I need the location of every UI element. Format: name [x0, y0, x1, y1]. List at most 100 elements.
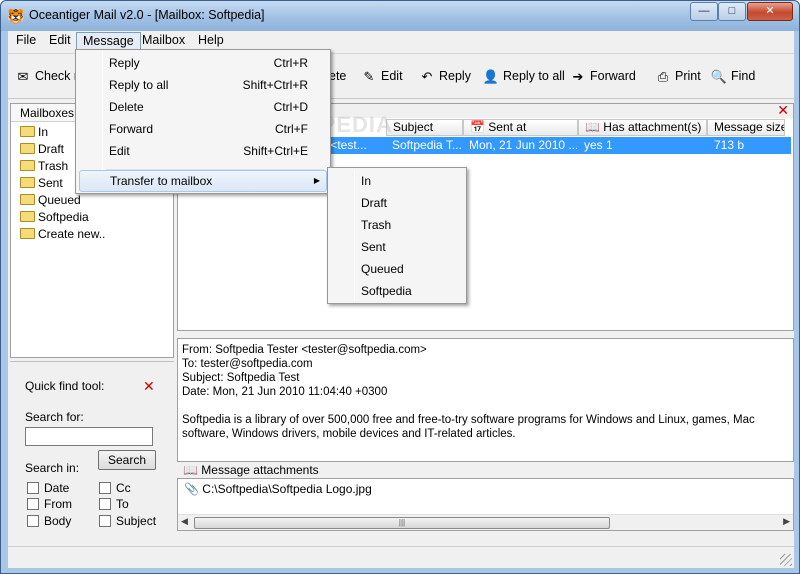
cell-attachments: yes 1: [584, 138, 613, 152]
transfer-draft[interactable]: Draft: [361, 192, 387, 214]
message-preview: From: Softpedia Tester <tester@softpedia…: [177, 338, 794, 462]
search-from-checkbox[interactable]: From: [27, 497, 72, 511]
search-body-checkbox[interactable]: Body: [27, 514, 71, 528]
paperclip-icon: 📎: [184, 482, 203, 496]
menu-shortcut: Ctrl+F: [275, 122, 308, 136]
transfer-sent[interactable]: Sent: [361, 236, 386, 258]
edit-button[interactable]: ✎ Edit: [360, 66, 403, 86]
preview-subject: Subject: Softpedia Test: [182, 372, 300, 384]
mailbox-label: Queued: [38, 193, 81, 207]
mailbox-label: Trash: [38, 159, 69, 173]
quick-find-title: Quick find tool:: [25, 379, 105, 393]
close-list-icon[interactable]: ✕: [777, 102, 789, 119]
transfer-queued[interactable]: Queued: [361, 258, 404, 280]
check-mail-icon: ✉: [17, 68, 29, 84]
search-cc-checkbox[interactable]: Cc: [99, 481, 131, 495]
title-bar[interactable]: 🐯 Oceantiger Mail v2.0 - [Mailbox: Softp…: [1, 1, 799, 31]
search-subject-checkbox[interactable]: Subject: [99, 514, 156, 528]
attachments-header: 📖 Message attachments: [177, 462, 794, 478]
menu-delete[interactable]: Delete Ctrl+D: [79, 96, 327, 118]
folder-icon: [20, 194, 35, 205]
transfer-trash[interactable]: Trash: [361, 214, 391, 236]
menu-reply[interactable]: Reply Ctrl+R: [79, 52, 327, 74]
close-quick-find-icon[interactable]: ✕: [143, 378, 155, 395]
attachments-list: 📎 C:\Softpedia\Softpedia Logo.jpg ◀ ||| …: [177, 478, 794, 531]
scroll-right-arrow-icon[interactable]: ▶: [783, 516, 790, 527]
menu-mailbox[interactable]: Mailbox: [136, 32, 191, 50]
preview-date: Date: Mon, 21 Jun 2010 11:04:40 +0300: [182, 386, 388, 398]
delete-button[interactable]: ete: [329, 66, 346, 86]
column-attachments[interactable]: 📖 Has attachment(s): [578, 119, 707, 136]
menu-edit-message[interactable]: Edit Shift+Ctrl+E: [79, 140, 327, 162]
reply-all-button[interactable]: 👤 Reply to all: [482, 66, 565, 86]
check-mail-button[interactable]: ✉ Check m: [14, 66, 85, 86]
cell-subject: Softpedia T...: [392, 138, 462, 152]
attachments-book-icon: 📖: [183, 463, 202, 477]
calendar-icon: 📅: [470, 120, 489, 134]
attachment-item[interactable]: 📎 C:\Softpedia\Softpedia Logo.jpg: [184, 482, 372, 496]
submenu-gutter: [354, 170, 355, 301]
menu-label: Reply to all: [109, 78, 169, 92]
scroll-thumb[interactable]: |||: [194, 517, 610, 529]
app-tiger-icon: 🐯: [7, 8, 25, 24]
menu-shortcut: Ctrl+R: [273, 56, 308, 70]
mailbox-label: Softpedia: [38, 210, 89, 224]
menu-file[interactable]: File: [10, 32, 42, 50]
preview-body-line-1: Softpedia is a library of over 500,000 f…: [182, 414, 755, 426]
menu-transfer-to-mailbox[interactable]: Transfer to mailbox ▶: [79, 170, 327, 192]
search-input[interactable]: [25, 427, 153, 446]
column-subject[interactable]: Subject: [386, 119, 463, 136]
edit-icon: ✎: [363, 68, 375, 84]
search-button[interactable]: Search: [98, 450, 156, 470]
status-bar: [8, 546, 794, 568]
minimize-button[interactable]: —: [690, 2, 718, 21]
preview-body-line-2: software, Windows drivers, mobile device…: [182, 428, 516, 440]
search-date-checkbox[interactable]: Date: [27, 481, 69, 495]
print-button[interactable]: ⎙ Print: [654, 66, 701, 86]
menu-shortcut: Ctrl+D: [273, 100, 308, 114]
menu-reply-all[interactable]: Reply to all Shift+Ctrl+R: [79, 74, 327, 96]
edit-label: Edit: [381, 69, 403, 83]
menu-label: Forward: [109, 122, 154, 136]
checkbox-label: From: [44, 497, 72, 511]
resize-grip-icon[interactable]: [780, 554, 792, 566]
mailbox-softpedia[interactable]: Softpedia: [20, 209, 89, 226]
scroll-left-arrow-icon[interactable]: ◀: [181, 516, 188, 527]
mailbox-queued[interactable]: Queued: [20, 192, 81, 209]
reply-button[interactable]: ↶ Reply: [418, 66, 471, 86]
menu-edit[interactable]: Edit: [43, 32, 77, 50]
transfer-in[interactable]: In: [361, 170, 371, 192]
column-size[interactable]: Message size: [707, 119, 785, 136]
maximize-button[interactable]: □: [718, 2, 746, 21]
mailbox-draft[interactable]: Draft: [20, 141, 64, 158]
mailbox-label: Draft: [38, 142, 65, 156]
menu-help[interactable]: Help: [192, 32, 230, 50]
reply-label: Reply: [439, 69, 471, 83]
folder-icon: [20, 177, 35, 188]
mailbox-label: Create new..: [38, 227, 106, 241]
folder-icon: [20, 211, 35, 222]
menu-message[interactable]: Message: [76, 32, 141, 50]
find-button[interactable]: 🔍 Find: [710, 66, 755, 86]
menu-shortcut: Shift+Ctrl+E: [243, 144, 308, 158]
message-menu-dropdown: Reply Ctrl+R Reply to all Shift+Ctrl+R Del…: [75, 49, 331, 194]
find-label: Find: [731, 69, 756, 83]
forward-button[interactable]: ➔ Forward: [569, 66, 636, 86]
mailbox-in[interactable]: In: [20, 124, 48, 141]
create-new-mailbox[interactable]: Create new..: [20, 226, 105, 243]
folder-icon: [20, 143, 35, 154]
mailbox-trash[interactable]: Trash: [20, 158, 68, 175]
preview-from: From: Softpedia Tester <tester@softpedia…: [182, 344, 427, 356]
attachment-header-icon: 📖: [585, 120, 604, 134]
menu-shortcut: Shift+Ctrl+R: [242, 78, 308, 92]
close-window-button[interactable]: ✕: [747, 2, 793, 21]
mailbox-sent[interactable]: Sent: [20, 175, 63, 192]
menu-forward[interactable]: Forward Ctrl+F: [79, 118, 327, 140]
column-sent-at[interactable]: 📅 Sent at: [463, 119, 578, 136]
column-label: Sent at: [488, 120, 527, 134]
horizontal-scrollbar[interactable]: ◀ ||| ▶: [178, 514, 793, 530]
transfer-softpedia[interactable]: Softpedia: [361, 280, 412, 302]
search-to-checkbox[interactable]: To: [99, 497, 129, 511]
column-label: Has attachment(s): [603, 120, 702, 134]
menu-label: Edit: [109, 144, 130, 158]
